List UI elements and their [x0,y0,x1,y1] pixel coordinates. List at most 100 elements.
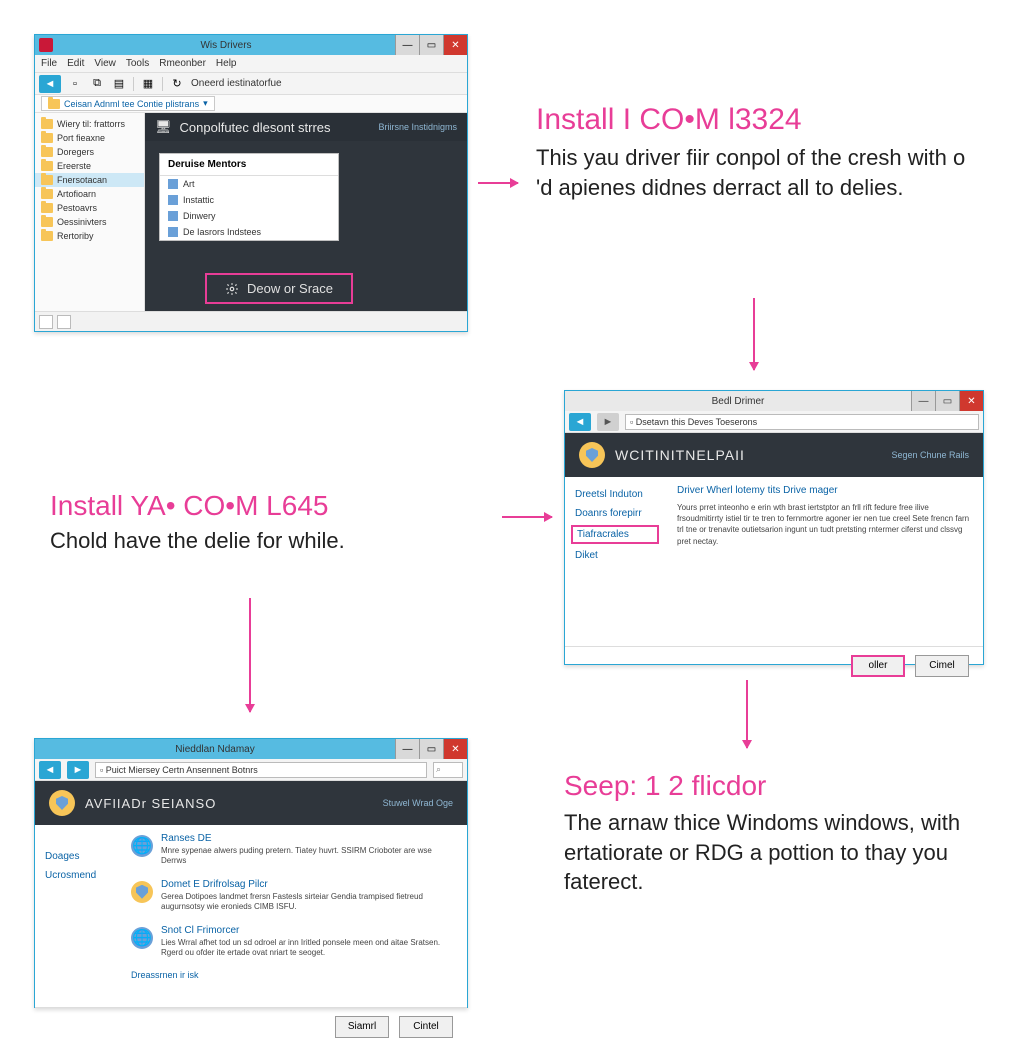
device-icon [168,195,178,205]
close-button[interactable]: ✕ [443,35,467,55]
ok-button[interactable]: oller [851,655,905,677]
device-label: Dinwery [183,211,216,221]
forward-button[interactable]: ► [597,413,619,431]
menu-view[interactable]: View [94,58,116,69]
step-1-body: This yau driver fiir conpol of the cresh… [536,143,986,202]
address-bar[interactable]: ▫ Puict Miersey Certn Ansennent Botnrs [95,762,427,778]
window-title: Nieddlan Ndamay [35,744,395,755]
sidebar-item[interactable]: Artofioarn [35,187,144,201]
shield-icon [49,790,75,816]
device-item[interactable]: Art [160,176,338,192]
window-title: Bedl Drimer [565,396,911,407]
window-driver-wizard: Bedl Drimer — ▭ ✕ ◄ ► ▫ Dsetavn this Dev… [564,390,984,665]
main-content: 🌐 Ranses DEMnre sypenae alwers puding pr… [127,825,467,1007]
sidebar-item[interactable]: Rertoriby [35,229,144,243]
close-button[interactable]: ✕ [959,391,983,411]
minimize-button[interactable]: — [395,35,419,55]
menu-file[interactable]: File [41,58,57,69]
sidebar-item-selected[interactable]: Fnersotacan [35,173,144,187]
option-item[interactable]: 🌐 Ranses DEMnre sypenae alwers puding pr… [131,833,455,867]
sidebar-item-label: Wiery til: frattorrs [57,119,125,129]
item-title: Ranses DE [161,833,455,844]
close-button[interactable]: ✕ [443,739,467,759]
sidebar-link[interactable]: Diket [565,546,665,565]
download-source-button[interactable]: Deow or Srace [205,273,353,304]
sidebar-item[interactable]: Oessinivters [35,215,144,229]
cancel-button[interactable]: Cintel [399,1016,453,1038]
sidebar-item-label: Ereerste [57,161,91,171]
sidebar-item[interactable]: Ereerste [35,159,144,173]
content-heading: Driver Wherl lotemy tits Drive mager [677,485,971,496]
globe-icon: 🌐 [131,927,153,949]
item-desc: Gerea Dotipoes landmet frersn Fastesls s… [161,892,455,913]
titlebar[interactable]: Wis Drivers — ▭ ✕ [35,35,467,55]
sidebar-link[interactable]: Ucrosmend [35,866,127,885]
folder-icon: ▫ [100,765,103,775]
item-title: Domet E Drifrolsag Pilcr [161,879,455,890]
crumb-box[interactable]: Ceisan Adnml tee Contie plistrans ▾ [41,96,215,111]
menu-help[interactable]: Help [216,58,237,69]
address-bar[interactable]: ▫ Dsetavn this Deves Toeserons [625,414,979,430]
maximize-button[interactable]: ▭ [935,391,959,411]
maximize-button[interactable]: ▭ [419,35,443,55]
window-controls: — ▭ ✕ [911,391,983,411]
minimize-button[interactable]: — [395,739,419,759]
sidebar-item[interactable]: Doregers [35,145,144,159]
window-title: Wis Drivers [57,40,395,51]
sidebar-item-label: Pestoavrs [57,203,97,213]
sidebar-link[interactable]: Doages [35,847,127,866]
banner: WCITINITNELPAII Segen Chune Rails [565,433,983,477]
sidebar-link[interactable]: Dreetsl Induton [565,485,665,504]
panel-title: Conpolfutec dlesont strres [180,120,331,135]
arrow-4 [249,598,251,712]
banner-link[interactable]: Segen Chune Rails [891,450,969,460]
crumb-label: Ceisan Adnml tee Contie plistrans [64,99,199,109]
sidebar-item-label: Fnersotacan [57,175,107,185]
option-item[interactable]: 🌐 Snot Cl FrimorcerLies Wrral afhet tod … [131,925,455,959]
back-button[interactable]: ◄ [39,75,61,93]
step-2: Install YA• CO•M L645 Chold have the del… [50,490,490,554]
sidebar-item-label: Rertoriby [57,231,94,241]
dialog-footer: oller Cimel [565,646,983,684]
arrow-5 [746,680,748,748]
sidebar-item[interactable]: Port fieaxne [35,131,144,145]
view-icon[interactable] [39,315,53,329]
menu-edit[interactable]: Edit [67,58,84,69]
sidebar-link[interactable]: Doanrs forepirr [565,504,665,523]
maximize-button[interactable]: ▭ [419,739,443,759]
device-item[interactable]: Instattic [160,192,338,208]
menu-tools[interactable]: Tools [126,58,149,69]
sidebar-link-highlighted[interactable]: Tiafracrales [571,525,659,544]
view-icon[interactable] [57,315,71,329]
tree-icon[interactable]: ⧉ [89,76,105,92]
nav-toolbar: ◄ ► ▫ Puict Miersey Certn Ansennent Botn… [35,759,467,781]
new-icon[interactable]: ▫ [67,76,83,92]
titlebar[interactable]: Nieddlan Ndamay — ▭ ✕ [35,739,467,759]
device-item[interactable]: Dinwery [160,208,338,224]
save-icon[interactable]: ▤ [111,76,127,92]
ok-button[interactable]: Siamrl [335,1016,389,1038]
refresh-icon[interactable]: ↻ [169,76,185,92]
device-item[interactable]: De Iasrors Indstees [160,224,338,240]
monitor-icon: 🖥 [155,119,172,135]
window-avfiad: Nieddlan Ndamay — ▭ ✕ ◄ ► ▫ Puict Mierse… [34,738,468,1008]
forward-button[interactable]: ► [67,761,89,779]
sidebar-item[interactable]: Wiery til: frattorrs [35,117,144,131]
back-button[interactable]: ◄ [569,413,591,431]
option-item[interactable]: Domet E Drifrolsag Pilcr Gerea Dotipoes l… [131,879,455,913]
toolbar: ◄ ▫ ⧉ ▤ ▦ ↻ Oneerd iestinatorfue [35,73,467,95]
back-button[interactable]: ◄ [39,761,61,779]
item-desc: Lies Wrral afhet tod un sd odroel ar inn… [161,938,455,959]
more-link[interactable]: Dreassrnen ir isk [131,970,455,980]
props-icon[interactable]: ▦ [140,76,156,92]
cancel-button[interactable]: Cimel [915,655,969,677]
panel-header-link[interactable]: Briirsne Instidnigms [378,122,457,132]
sidebar-item[interactable]: Pestoavrs [35,201,144,215]
search-box[interactable]: ⌕ [433,762,463,778]
banner-link[interactable]: Stuwel Wrad Oge [383,798,453,808]
menu-rmeonber[interactable]: Rmeonber [159,58,206,69]
titlebar[interactable]: Bedl Drimer — ▭ ✕ [565,391,983,411]
sidebar-item-label: Port fieaxne [57,133,105,143]
minimize-button[interactable]: — [911,391,935,411]
device-icon [168,179,178,189]
